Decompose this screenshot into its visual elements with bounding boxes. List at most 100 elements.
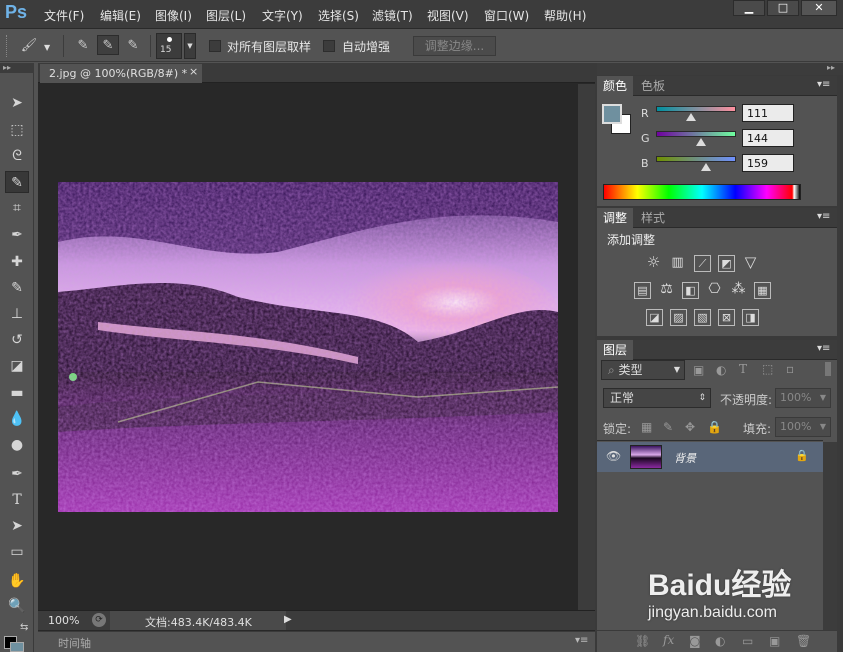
filter-shape-icon[interactable]: ⬚ [762, 362, 773, 376]
menu-select[interactable]: 选择(S) [318, 7, 359, 24]
chevron-down-icon[interactable]: ▼ [44, 43, 50, 52]
gradient-map-icon[interactable]: ◨ [742, 309, 759, 326]
new-selection-icon[interactable]: ✎ [72, 35, 94, 55]
blend-mode-dropdown[interactable]: 正常 ⇕ [603, 388, 711, 408]
layer-filter-dropdown[interactable]: ⌕ 类型 ▼ [601, 360, 685, 380]
foreground-color-box[interactable] [602, 104, 622, 124]
layer-name[interactable]: 背景 [674, 450, 696, 466]
opacity-input[interactable]: 100% ▼ [775, 388, 831, 408]
blue-value-input[interactable]: 159 [742, 154, 794, 172]
collapse-panels-icon[interactable]: ▸▸ [597, 63, 843, 75]
quick-selection-tool-icon[interactable]: ✎ [5, 171, 29, 193]
menu-filter[interactable]: 滤镜(T) [372, 7, 413, 24]
move-tool-icon[interactable]: ➤ [5, 92, 29, 114]
blur-tool-icon[interactable]: 💧 [5, 408, 29, 430]
subtract-from-selection-icon[interactable]: ✎ [122, 35, 144, 55]
tab-swatches[interactable]: 色板 [635, 76, 671, 96]
layer-row[interactable]: 👁 背景 🔒 [597, 442, 823, 472]
menu-image[interactable]: 图像(I) [155, 7, 192, 24]
tab-layers[interactable]: 图层 [597, 340, 634, 360]
menu-layer[interactable]: 图层(L) [206, 7, 246, 24]
crop-tool-icon[interactable]: ⌗ [5, 197, 29, 219]
gradient-tool-icon[interactable]: ▬ [5, 382, 29, 404]
green-slider[interactable] [656, 131, 736, 137]
hand-tool-icon[interactable]: ✋ [5, 570, 29, 592]
blue-slider-thumb[interactable] [700, 163, 711, 171]
brush-dropdown-arrow[interactable]: ▼ [184, 33, 196, 59]
red-slider-thumb[interactable] [685, 113, 696, 121]
document-tab[interactable]: 2.jpg @ 100%(RGB/8#) * [40, 64, 202, 83]
filter-smart-object-icon[interactable]: ▫ [786, 362, 794, 376]
brush-tool-icon[interactable]: ✎ [5, 277, 29, 299]
timeline-tab[interactable]: 时间轴 [58, 635, 91, 651]
status-info-icon[interactable]: ⟳ [92, 613, 106, 627]
panel-menu-icon[interactable]: ▾≡ [575, 635, 588, 646]
color-balance-icon[interactable]: ⚖ [658, 282, 675, 299]
zoom-level[interactable]: 100% [48, 614, 79, 627]
color-lookup-icon[interactable]: ▦ [754, 282, 771, 299]
menu-view[interactable]: 视图(V) [427, 7, 469, 24]
menu-file[interactable]: 文件(F) [44, 7, 84, 24]
history-brush-tool-icon[interactable]: ↺ [5, 329, 29, 351]
background-color-swatch[interactable] [10, 642, 24, 652]
fill-input[interactable]: 100% ▼ [775, 417, 831, 437]
vertical-scrollbar[interactable] [578, 84, 595, 610]
black-white-icon[interactable]: ◧ [682, 282, 699, 299]
new-adjustment-layer-icon[interactable]: ◐ [715, 634, 725, 648]
options-grip[interactable] [6, 35, 9, 57]
tab-color[interactable]: 颜色 [597, 76, 634, 96]
minimize-button[interactable]: ▁ [733, 0, 765, 16]
auto-enhance-checkbox[interactable] [323, 40, 335, 52]
hue-saturation-icon[interactable]: ▤ [634, 282, 651, 299]
status-menu-arrow-icon[interactable]: ▶ [284, 614, 292, 625]
layers-scrollbar[interactable] [823, 442, 837, 630]
panel-menu-icon[interactable]: ▾≡ [817, 79, 830, 90]
panel-menu-icon[interactable]: ▾≡ [817, 343, 830, 354]
marquee-tool-icon[interactable]: ⬚ [5, 119, 29, 141]
new-layer-icon[interactable]: ▣ [769, 634, 780, 648]
quick-select-preset-icon[interactable]: 🖌 [18, 35, 40, 55]
lock-all-icon[interactable]: 🔒 [707, 420, 722, 434]
blue-slider[interactable] [656, 156, 736, 162]
tab-adjustments[interactable]: 调整 [597, 208, 634, 228]
lock-transparent-icon[interactable]: ▦ [641, 420, 652, 434]
sample-all-layers-checkbox[interactable] [209, 40, 221, 52]
lasso-tool-icon[interactable]: ᘓ [5, 145, 29, 167]
path-selection-tool-icon[interactable]: ➤ [5, 515, 29, 537]
threshold-icon[interactable]: ▧ [694, 309, 711, 326]
type-tool-icon[interactable]: T [5, 489, 29, 511]
levels-icon[interactable]: ▥ [669, 255, 686, 272]
menu-edit[interactable]: 编辑(E) [100, 7, 141, 24]
layer-mask-icon[interactable]: ◙ [689, 634, 701, 648]
visibility-eye-icon[interactable]: 👁 [606, 449, 621, 463]
eraser-tool-icon[interactable]: ◪ [5, 355, 29, 377]
lock-position-icon[interactable]: ✥ [685, 420, 695, 434]
healing-brush-tool-icon[interactable]: ✚ [5, 251, 29, 273]
pen-tool-icon[interactable]: ✒ [5, 463, 29, 485]
filter-type-icon[interactable]: T [739, 362, 747, 376]
maximize-button[interactable]: □ [767, 0, 799, 16]
menu-window[interactable]: 窗口(W) [484, 7, 529, 24]
collapse-toolbar-icon[interactable]: ▸▸ [0, 63, 34, 73]
green-value-input[interactable]: 144 [742, 129, 794, 147]
rectangle-tool-icon[interactable]: ▭ [5, 541, 29, 563]
red-value-input[interactable]: 111 [742, 104, 794, 122]
posterize-icon[interactable]: ▨ [670, 309, 687, 326]
channel-mixer-icon[interactable]: ⁂ [730, 282, 747, 299]
invert-icon[interactable]: ◪ [646, 309, 663, 326]
swap-colors-icon[interactable]: ⇆ [20, 622, 28, 633]
close-window-button[interactable]: ✕ [801, 0, 837, 16]
green-slider-thumb[interactable] [696, 138, 707, 146]
vibrance-icon[interactable]: ▽ [742, 255, 759, 272]
layer-style-fx-icon[interactable]: fx [663, 633, 674, 647]
refine-edge-button[interactable]: 调整边缘... [413, 36, 496, 56]
tab-styles[interactable]: 样式 [635, 208, 671, 228]
add-to-selection-icon[interactable]: ✎ [97, 35, 119, 55]
clone-stamp-tool-icon[interactable]: ⊥ [5, 303, 29, 325]
menu-help[interactable]: 帮助(H) [544, 7, 586, 24]
menu-type[interactable]: 文字(Y) [262, 7, 303, 24]
color-spectrum-bar[interactable] [603, 184, 801, 200]
eyedropper-tool-icon[interactable]: ✒ [5, 224, 29, 246]
close-tab-icon[interactable]: × [189, 65, 198, 78]
curves-icon[interactable]: ⟋ [694, 255, 711, 272]
